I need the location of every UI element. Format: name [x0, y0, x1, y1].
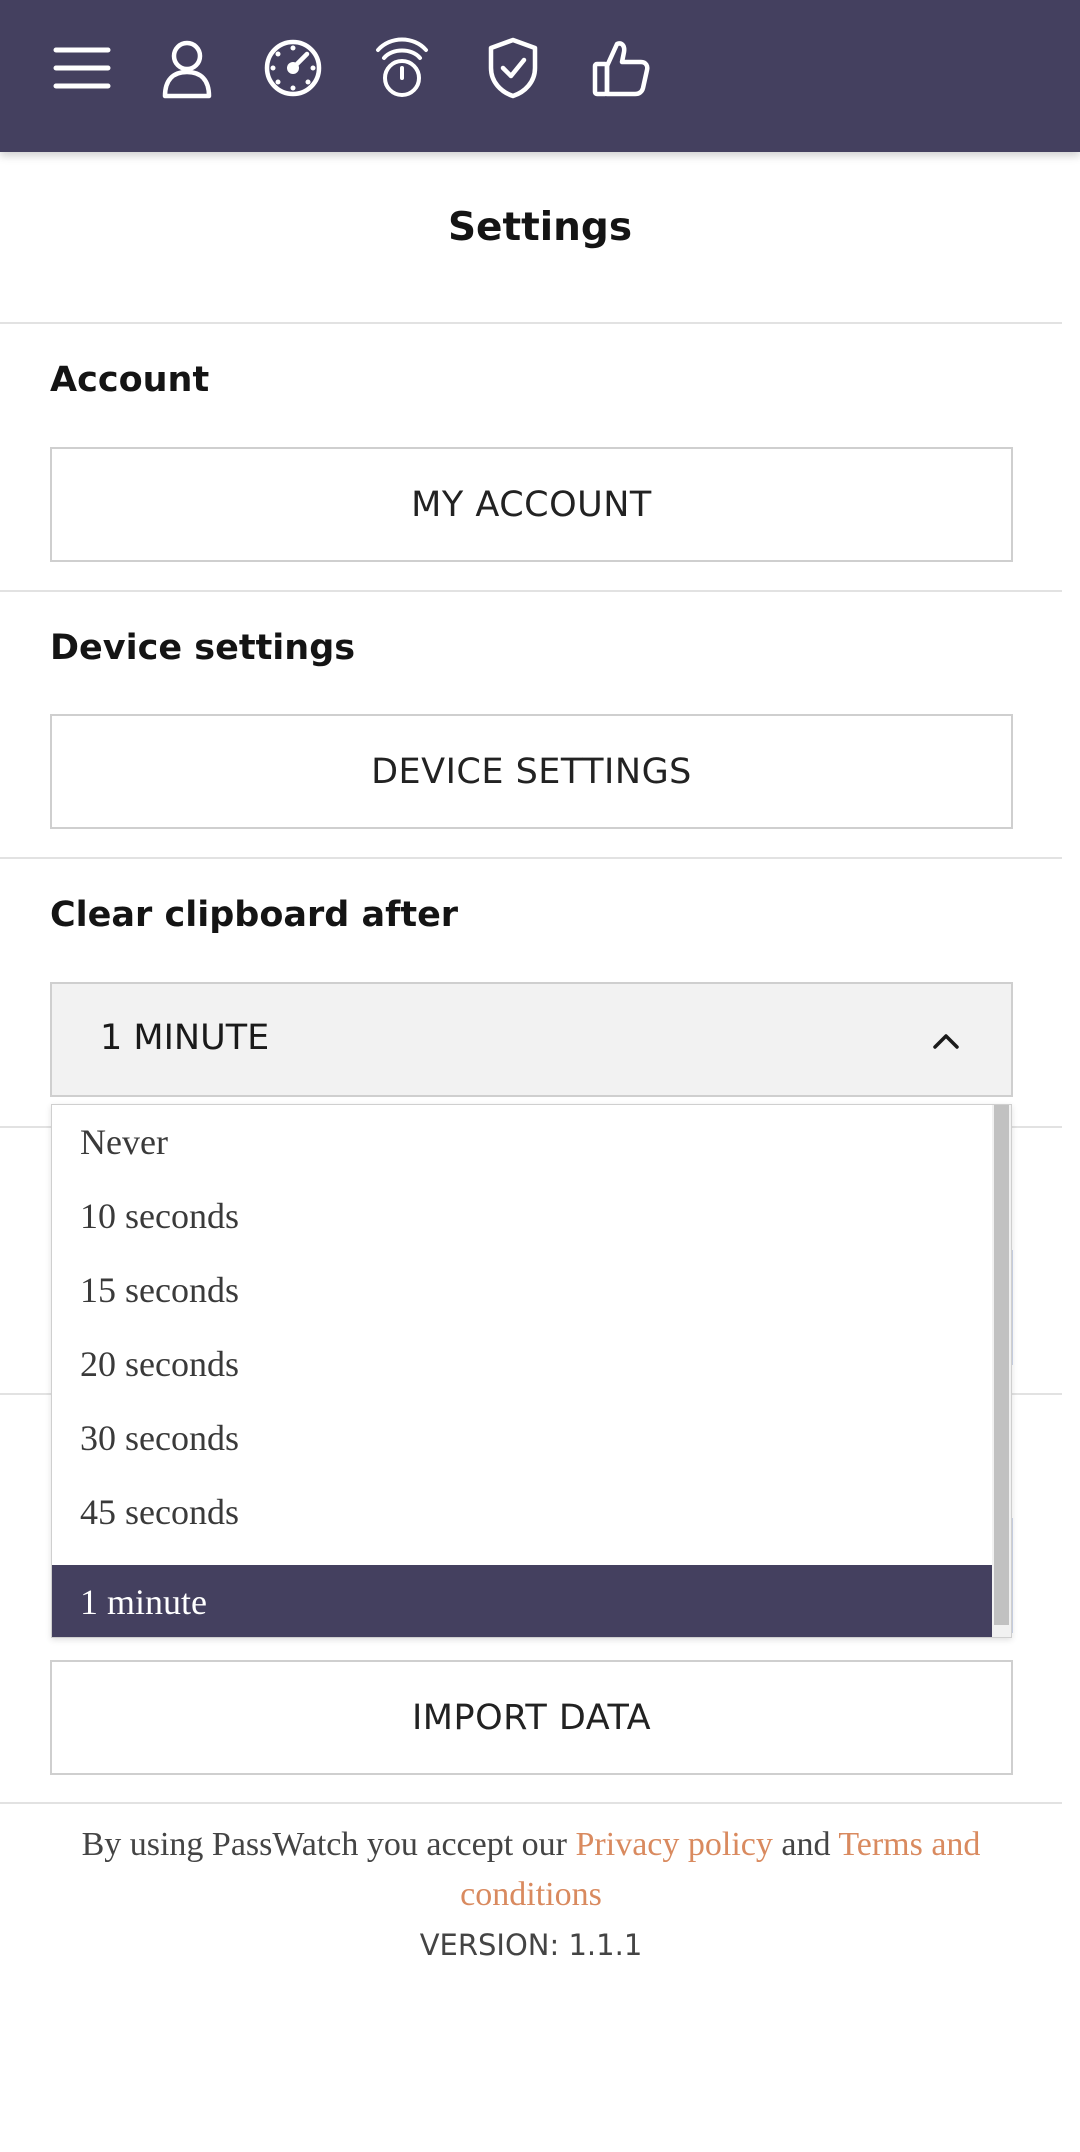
device-settings-label: Device settings	[50, 628, 356, 668]
divider	[0, 857, 1062, 859]
version-label: VERSION: 1.1.1	[419, 1928, 643, 1962]
device-settings-button[interactable]: DEVICE SETTINGS	[50, 714, 1013, 829]
legal-text: By using PassWatch you accept our	[81, 1826, 568, 1863]
timer-icon[interactable]	[370, 36, 434, 100]
shield-check-icon[interactable]	[481, 36, 545, 100]
scrollbar-thumb[interactable]	[994, 1105, 1009, 1625]
dashboard-icon[interactable]	[261, 36, 325, 100]
user-icon[interactable]	[155, 36, 219, 100]
divider	[0, 322, 1062, 324]
top-navigation-bar	[0, 0, 1080, 152]
option-20-seconds[interactable]: 20 seconds	[52, 1327, 992, 1401]
select-value: 1 MINUTE	[100, 1018, 270, 1058]
option-30-seconds[interactable]: 30 seconds	[52, 1401, 992, 1475]
clipboard-timeout-dropdown: Never 10 seconds 15 seconds 20 seconds 3…	[51, 1104, 1012, 1638]
menu-icon[interactable]	[50, 36, 114, 100]
chevron-up-icon	[933, 1034, 959, 1049]
divider	[0, 1802, 1062, 1804]
privacy-policy-link[interactable]: Privacy policy	[576, 1826, 773, 1863]
option-10-seconds[interactable]: 10 seconds	[52, 1179, 992, 1253]
legal-and-text: and	[781, 1826, 831, 1863]
option-1-minute[interactable]: 1 minute	[52, 1565, 992, 1637]
account-label: Account	[50, 360, 210, 400]
dropdown-scrollbar[interactable]	[992, 1105, 1011, 1637]
option-45-seconds[interactable]: 45 seconds	[52, 1475, 992, 1549]
my-account-button[interactable]: MY ACCOUNT	[50, 447, 1013, 562]
thumbs-up-icon[interactable]	[589, 36, 653, 100]
divider	[0, 590, 1062, 592]
clipboard-timeout-select[interactable]: 1 MINUTE	[50, 982, 1013, 1097]
legal-notice: By using PassWatch you accept our Privac…	[0, 1820, 1062, 1920]
page-title: Settings	[447, 205, 633, 250]
clear-clipboard-label: Clear clipboard after	[50, 895, 459, 935]
import-data-button[interactable]: IMPORT DATA	[50, 1660, 1013, 1775]
option-15-seconds[interactable]: 15 seconds	[52, 1253, 992, 1327]
option-never[interactable]: Never	[52, 1105, 992, 1179]
